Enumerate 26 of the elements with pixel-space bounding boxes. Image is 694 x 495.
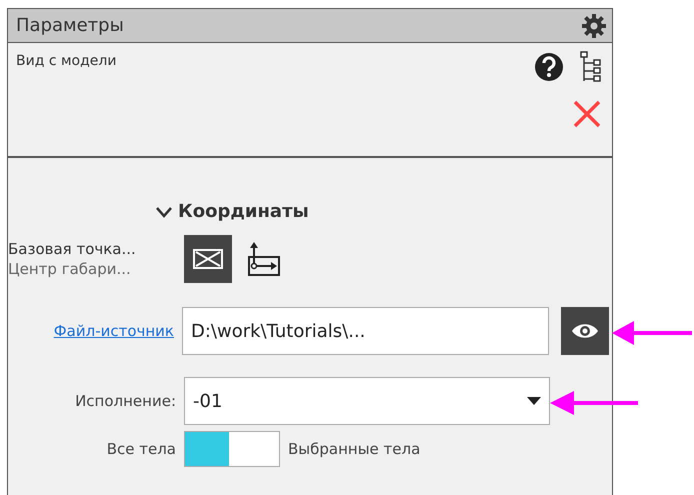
selected-bodies-label: Выбранные тела <box>288 438 420 460</box>
source-file-link[interactable]: Файл-источник <box>18 320 174 342</box>
panel-title: Параметры <box>16 14 124 38</box>
envelope-icon <box>193 249 223 269</box>
execution-dropdown[interactable]: -01 <box>184 377 550 425</box>
eye-icon <box>570 322 600 340</box>
arrow-icon <box>612 320 692 346</box>
close-icon[interactable] <box>572 99 602 129</box>
axes-icon <box>247 241 281 277</box>
chevron-icon[interactable] <box>156 206 172 218</box>
dropdown-caret-icon <box>527 397 541 405</box>
source-file-field[interactable]: D:\work\Tutorials\... <box>182 307 549 355</box>
help-icon[interactable] <box>534 52 564 82</box>
base-point-label: Базовая точка... <box>8 239 137 259</box>
execution-label: Исполнение: <box>74 390 176 412</box>
subtitle: Вид с модели <box>16 52 116 71</box>
base-point-value: Центр габари... <box>8 259 132 279</box>
bodies-toggle[interactable] <box>184 431 280 467</box>
base-point-button[interactable] <box>184 235 232 283</box>
tree-icon[interactable] <box>580 51 602 83</box>
arrow-icon <box>550 390 638 416</box>
eye-button[interactable] <box>561 307 609 355</box>
section-title[interactable]: Координаты <box>178 198 309 225</box>
all-bodies-label: Все тела <box>106 438 176 460</box>
settings-icon[interactable] <box>582 14 606 38</box>
toggle-fill <box>185 432 229 466</box>
